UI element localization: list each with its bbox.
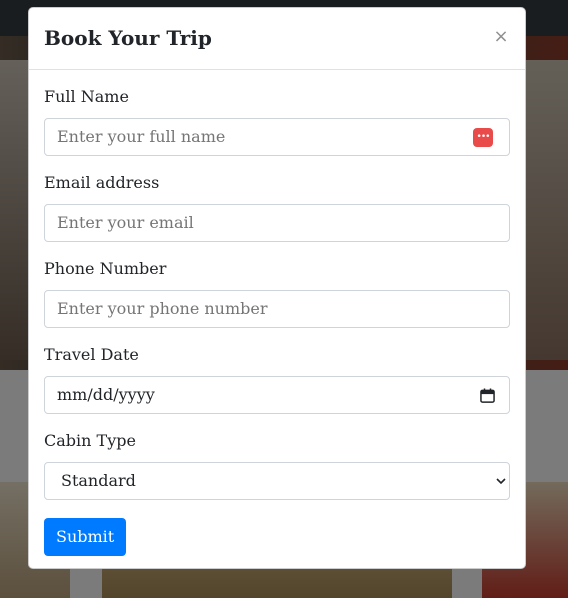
phone-label: Phone Number [44, 259, 167, 278]
cabin-type-group: Cabin Type Standard [44, 430, 510, 500]
travel-date-input[interactable]: mm/dd/yyyy [44, 376, 510, 414]
travel-date-group: Travel Date mm/dd/yyyy [44, 344, 510, 414]
phone-input[interactable]: Enter your phone number [44, 290, 510, 328]
chevron-down-icon [496, 478, 506, 485]
booking-modal: Book Your Trip × Full Name Enter your fu… [28, 7, 526, 569]
cabin-type-select[interactable]: Standard [44, 462, 510, 500]
cabin-type-selected: Standard [61, 471, 136, 490]
phone-placeholder: Enter your phone number [57, 299, 268, 318]
close-icon[interactable]: × [491, 26, 511, 50]
travel-date-value: mm/dd/yyyy [57, 385, 155, 404]
full-name-group: Full Name Enter your full name [44, 86, 510, 156]
email-group: Email address Enter your email [44, 172, 510, 242]
full-name-placeholder: Enter your full name [57, 127, 226, 146]
modal-header: Book Your Trip × [29, 8, 525, 70]
full-name-input[interactable]: Enter your full name [44, 118, 510, 156]
cabin-type-label: Cabin Type [44, 431, 136, 450]
email-placeholder: Enter your email [57, 213, 194, 232]
full-name-label: Full Name [44, 87, 129, 106]
phone-group: Phone Number Enter your phone number [44, 258, 510, 328]
email-label: Email address [44, 173, 160, 192]
calendar-icon[interactable] [480, 388, 495, 403]
modal-body: Full Name Enter your full name Email add… [29, 70, 525, 556]
autofill-icon[interactable] [473, 119, 493, 155]
travel-date-label: Travel Date [44, 345, 139, 364]
modal-title: Book Your Trip [44, 26, 212, 50]
submit-button[interactable]: Submit [44, 518, 127, 556]
email-input[interactable]: Enter your email [44, 204, 510, 242]
